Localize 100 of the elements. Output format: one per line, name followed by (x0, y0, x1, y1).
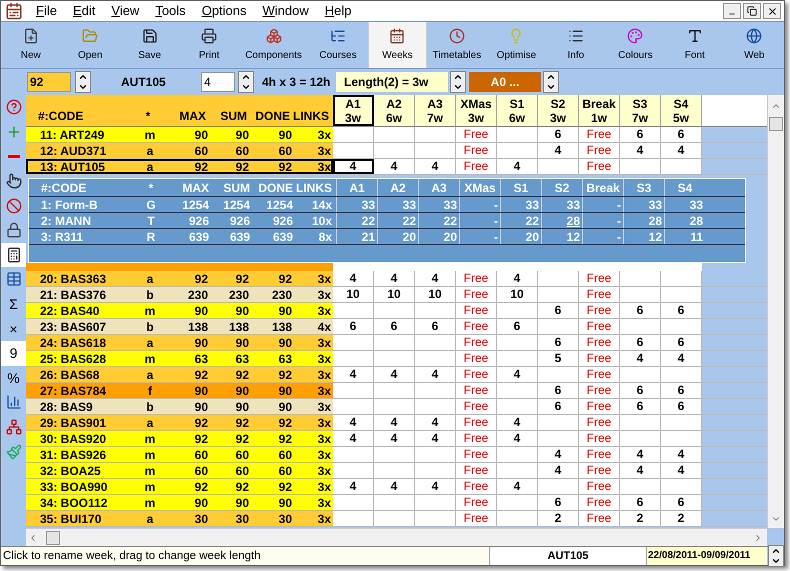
week-cell[interactable]: Free (456, 367, 497, 382)
toolbar-button[interactable]: New (1, 22, 60, 68)
week-header[interactable]: XMas 3w (456, 95, 497, 126)
week-cell[interactable]: Free (579, 127, 620, 142)
week-cell[interactable]: 4 (620, 447, 661, 462)
horizontal-scrollbar[interactable] (26, 528, 767, 546)
week-cell[interactable]: Free (456, 431, 497, 446)
week-header[interactable]: S1 6w (497, 95, 538, 126)
week-header[interactable]: S4 5w (661, 95, 702, 126)
week-cell[interactable]: 6 (620, 303, 661, 318)
week-cell[interactable]: 6 (661, 495, 702, 510)
week-cell[interactable]: 6 (661, 303, 702, 318)
week-cell[interactable]: 6 (620, 383, 661, 398)
week-cell[interactable]: 6 (620, 399, 661, 414)
week-cell[interactable]: 4 (415, 159, 456, 174)
toolbar-button[interactable]: Info (546, 22, 606, 68)
week-cell[interactable]: 4 (620, 351, 661, 366)
week-cell[interactable]: 6 (661, 127, 702, 142)
week-header[interactable]: S3 7w (620, 95, 661, 126)
week-cell[interactable]: 4 (415, 271, 456, 286)
hours-field[interactable]: 4 (201, 72, 235, 92)
week-cell[interactable]: Free (579, 399, 620, 414)
week-cell[interactable]: 4 (497, 479, 538, 494)
spinner[interactable] (75, 71, 91, 93)
week-cell[interactable]: Free (456, 447, 497, 462)
week-cell[interactable]: 2 (538, 511, 579, 526)
week-cell[interactable]: 4 (661, 447, 702, 462)
spinner[interactable] (543, 71, 559, 93)
week-cell[interactable]: Free (579, 495, 620, 510)
week-cell[interactable]: 6 (661, 335, 702, 350)
sidebar-tool[interactable] (1, 242, 26, 268)
week-cell[interactable]: 4 (333, 367, 374, 382)
week-cell[interactable]: 10 (497, 287, 538, 302)
date-spinner[interactable] (768, 545, 784, 567)
week-cell[interactable]: Free (579, 479, 620, 494)
option-box[interactable]: A0 ... (469, 72, 541, 92)
menu-item[interactable]: Options (196, 1, 252, 21)
week-cell[interactable]: 4 (415, 479, 456, 494)
week-header[interactable]: S2 3w (538, 95, 579, 126)
week-cell[interactable]: 4 (620, 143, 661, 158)
week-cell[interactable]: 6 (538, 383, 579, 398)
menu-item[interactable]: View (106, 1, 144, 21)
week-cell[interactable]: Free (456, 143, 497, 158)
week-cell[interactable]: 4 (374, 479, 415, 494)
week-cell[interactable]: Free (456, 303, 497, 318)
week-cell[interactable]: 4 (538, 463, 579, 478)
week-cell[interactable]: 6 (661, 383, 702, 398)
toolbar-button[interactable]: Courses (308, 22, 368, 68)
week-cell[interactable]: Free (579, 335, 620, 350)
week-cell[interactable]: 4 (333, 159, 374, 174)
toolbar-button[interactable]: Optimise (486, 22, 546, 68)
week-cell[interactable]: 5 (538, 351, 579, 366)
week-cell[interactable]: 10 (374, 287, 415, 302)
week-cell[interactable]: 4 (497, 431, 538, 446)
toolbar-button[interactable]: Font (665, 22, 725, 68)
week-cell[interactable]: Free (456, 335, 497, 350)
week-cell[interactable]: Free (579, 415, 620, 430)
week-cell[interactable]: Free (579, 143, 620, 158)
spinner[interactable] (238, 71, 254, 93)
sidebar-tool[interactable]: % (1, 366, 26, 390)
vertical-scrollbar[interactable] (767, 95, 784, 528)
week-cell[interactable]: Free (579, 447, 620, 462)
week-cell[interactable]: 2 (661, 511, 702, 526)
week-header[interactable]: Break 1w (579, 95, 620, 126)
scroll-thumb[interactable] (46, 530, 60, 544)
toolbar-button[interactable]: Save (120, 22, 180, 68)
number-field[interactable]: 92 (27, 72, 71, 92)
week-cell[interactable]: 4 (374, 431, 415, 446)
week-cell[interactable]: 4 (538, 143, 579, 158)
week-header[interactable]: A1 3w (333, 95, 374, 126)
week-header[interactable]: A2 6w (374, 95, 415, 126)
week-cell[interactable]: 4 (415, 431, 456, 446)
week-cell[interactable]: 4 (497, 415, 538, 430)
week-cell[interactable]: 6 (661, 399, 702, 414)
week-cell[interactable]: 10 (415, 287, 456, 302)
week-cell[interactable]: 4 (661, 143, 702, 158)
menu-item[interactable]: File (31, 1, 62, 21)
menu-item[interactable]: Window (258, 1, 314, 21)
week-cell[interactable]: Free (579, 351, 620, 366)
week-cell[interactable]: 4 (538, 447, 579, 462)
toolbar-button[interactable]: Web (724, 22, 784, 68)
week-cell[interactable]: Free (579, 287, 620, 302)
week-cell[interactable]: 4 (333, 431, 374, 446)
week-cell[interactable]: Free (456, 287, 497, 302)
week-cell[interactable]: 4 (415, 367, 456, 382)
toolbar-button[interactable]: Weeks (368, 22, 428, 68)
week-cell[interactable]: Free (579, 463, 620, 478)
week-cell[interactable]: 6 (620, 495, 661, 510)
week-cell[interactable]: Free (456, 319, 497, 334)
week-cell[interactable]: 10 (333, 287, 374, 302)
week-cell[interactable]: 6 (538, 303, 579, 318)
week-cell[interactable]: 4 (333, 271, 374, 286)
week-cell[interactable]: Free (456, 495, 497, 510)
toolbar-button[interactable]: Open (60, 22, 120, 68)
week-cell[interactable]: 4 (374, 159, 415, 174)
close-button[interactable] (763, 3, 781, 19)
menu-item[interactable]: Edit (68, 1, 100, 21)
toolbar-button[interactable]: Colours (606, 22, 666, 68)
week-cell[interactable]: Free (456, 383, 497, 398)
spinner[interactable] (450, 71, 466, 93)
